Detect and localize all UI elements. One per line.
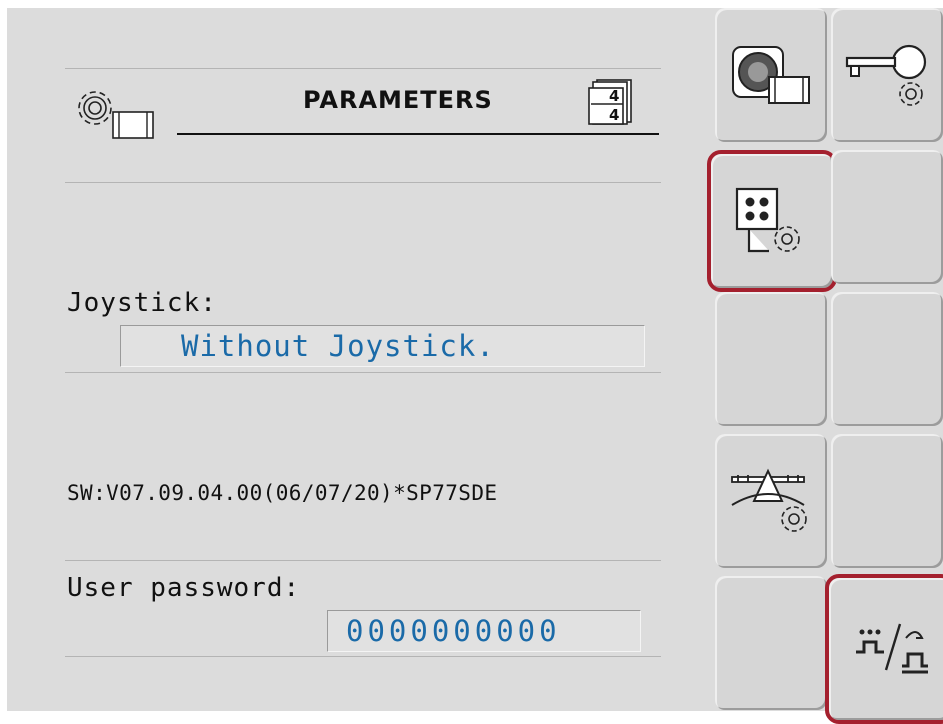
page-header: PARAMETERS 4 4 xyxy=(67,78,659,148)
software-version: SW:V07.09.04.00(06/07/20)*SP77SDE xyxy=(67,481,498,505)
page-total: 4 xyxy=(609,106,619,124)
password-label: User password: xyxy=(67,573,301,603)
page-indicator-icon: 4 4 xyxy=(588,79,632,125)
mode-toggle-icon xyxy=(856,623,928,674)
joystick-divider xyxy=(65,372,661,373)
joystick-settings-icon xyxy=(735,187,800,253)
title-underline xyxy=(177,133,659,135)
softkey-boom-settings[interactable] xyxy=(715,434,827,568)
softkey-mode-toggle[interactable] xyxy=(825,574,943,724)
joystick-label: Joystick: xyxy=(67,288,217,318)
softkey-empty-4[interactable] xyxy=(831,434,943,568)
joystick-value-field[interactable]: Without Joystick. xyxy=(120,325,645,367)
header-bottom-divider xyxy=(65,182,661,183)
terminal-screen: PARAMETERS 4 4 Joystick: Without Joystic… xyxy=(7,8,943,724)
version-divider xyxy=(65,560,661,561)
password-divider xyxy=(65,656,661,657)
softkey-joystick-settings[interactable] xyxy=(707,150,837,292)
page-current: 4 xyxy=(609,87,619,105)
camera-settings-icon xyxy=(732,46,810,104)
parameters-gear-icon xyxy=(78,91,154,139)
softkey-empty-1[interactable] xyxy=(715,292,827,426)
boom-settings-icon xyxy=(731,468,807,532)
header-top-divider xyxy=(65,68,661,69)
page-title: PARAMETERS xyxy=(303,86,493,114)
softkey-empty-5[interactable] xyxy=(715,576,827,710)
softkey-camera-settings[interactable] xyxy=(715,8,827,142)
softkey-key-settings[interactable] xyxy=(831,8,943,142)
password-field[interactable]: 0000000000 xyxy=(327,610,641,652)
softkey-empty-2[interactable] xyxy=(831,292,943,426)
softkey-empty-3[interactable] xyxy=(831,150,943,284)
key-settings-icon xyxy=(845,44,927,106)
